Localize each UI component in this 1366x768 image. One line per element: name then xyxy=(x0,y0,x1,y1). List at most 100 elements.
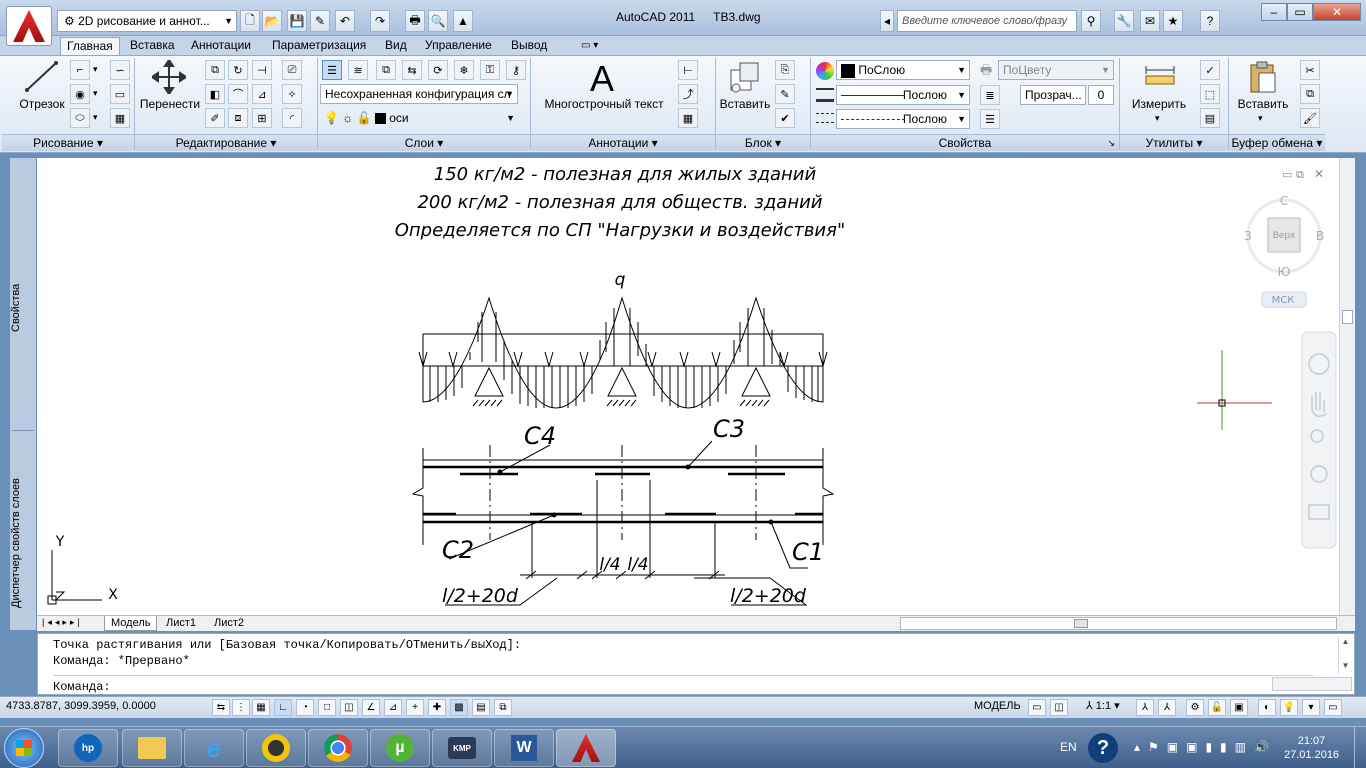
move-icon[interactable] xyxy=(152,60,186,94)
transparency-toggle-icon[interactable]: ▩ xyxy=(450,699,468,716)
fillet-icon[interactable]: ⌒ xyxy=(228,84,248,104)
line-icon[interactable] xyxy=(24,60,60,94)
command-scrollbar[interactable]: ▲ ▼ xyxy=(1338,636,1352,674)
mtext-button[interactable]: Многострочный текст xyxy=(534,97,674,111)
layer-previous-icon[interactable]: ⇆ xyxy=(402,60,422,80)
maximize-button[interactable]: ▭ xyxy=(1287,3,1313,21)
cut-icon[interactable]: ✂ xyxy=(1300,60,1320,80)
layer-match-icon[interactable]: ⧉ xyxy=(376,60,396,80)
ucs-menu[interactable]: МСК xyxy=(1272,295,1295,306)
color-wheel-icon[interactable] xyxy=(816,62,834,80)
erase-icon[interactable]: ⎚ xyxy=(282,60,302,80)
help-tray-icon[interactable]: ? xyxy=(1088,733,1118,763)
subscription-center-icon[interactable]: 🔧 xyxy=(1114,10,1134,32)
tab-insert[interactable]: Вставка xyxy=(124,37,181,55)
select-all-icon[interactable]: ⬚ xyxy=(1200,84,1220,104)
panel-layers-label[interactable]: Слои ▾ xyxy=(318,134,530,151)
lock-ui-icon[interactable]: 🔓 xyxy=(1208,699,1226,716)
language-indicator[interactable]: EN xyxy=(1060,740,1077,754)
linetype-combo[interactable]: Послою ▼ xyxy=(836,109,970,129)
array-icon[interactable]: ⊿ xyxy=(252,84,272,104)
polar-icon[interactable]: ◔ xyxy=(296,699,314,716)
paste-button[interactable]: Вставить xyxy=(1233,97,1293,111)
quick-view-drawings-icon[interactable]: ◫ xyxy=(1050,699,1068,716)
osnap-icon[interactable]: □ xyxy=(318,699,336,716)
ribbon-options-icon[interactable]: ▭ ▾ xyxy=(575,37,604,55)
layer-freeze-icon[interactable]: ❄ xyxy=(454,60,474,80)
hatch-icon[interactable]: ▦ xyxy=(110,108,130,128)
mtext-icon[interactable]: A xyxy=(590,58,614,100)
layer-properties-icon[interactable]: ☰ xyxy=(322,60,342,80)
new-file-button[interactable]: 🗋 xyxy=(240,10,260,32)
move-button[interactable]: Перенести xyxy=(138,97,202,111)
explode-icon[interactable]: ✧ xyxy=(282,84,302,104)
redo-button[interactable]: ↷ xyxy=(370,10,390,32)
annotation-visibility-icon[interactable]: ⅄ xyxy=(1136,699,1154,716)
auto-scale-icon[interactable]: ⅄ xyxy=(1158,699,1176,716)
list-icon[interactable]: ≣ xyxy=(980,85,1000,105)
search-expand-button[interactable]: ◂ xyxy=(880,10,894,32)
snap-icon[interactable]: ⋮ xyxy=(232,699,250,716)
viewcube[interactable]: Верх С Ю З В МСК xyxy=(1244,194,1324,308)
taskbar-explorer[interactable] xyxy=(122,729,182,767)
taskbar-hp[interactable]: hp xyxy=(58,729,118,767)
block-attributes-icon[interactable]: ✔ xyxy=(775,108,795,128)
transparency-value[interactable]: 0 xyxy=(1088,85,1114,105)
vertical-scrollbar[interactable] xyxy=(1339,158,1355,616)
drawing-svg[interactable]: .h{font-family:"DejaVu Sans",sans-serif;… xyxy=(37,158,1339,616)
chevron-down-icon[interactable]: ▾ xyxy=(1155,113,1160,124)
tab-layout1[interactable]: Лист1 xyxy=(160,616,202,630)
coordinate-readout[interactable]: 4733.8787, 3099.3959, 0.0000 xyxy=(6,700,156,712)
undo-button[interactable]: ↶ xyxy=(335,10,355,32)
leader-icon[interactable]: ⤴ xyxy=(678,84,698,104)
tab-annotate[interactable]: Аннотации xyxy=(185,37,257,55)
transparency-combo[interactable]: Прозрач... xyxy=(1020,85,1086,105)
search-input[interactable]: Введите ключевое слово/фразу xyxy=(897,10,1077,32)
chevron-down-icon[interactable]: ▾ xyxy=(1258,113,1263,124)
layout-nav-icons[interactable]: |◂◂▸▸| xyxy=(42,617,83,628)
layer-lock-icon[interactable]: ⚿ xyxy=(480,60,500,80)
selection-cycling-icon[interactable]: ⧉ xyxy=(494,699,512,716)
tab-view[interactable]: Вид xyxy=(379,37,413,55)
measure-icon[interactable] xyxy=(1144,64,1176,90)
rect-array-icon[interactable]: ⊞ xyxy=(252,108,272,128)
horizontal-scroll-thumb[interactable] xyxy=(1074,619,1088,628)
show-desktop-button[interactable] xyxy=(1354,727,1366,768)
open-file-button[interactable]: 📂 xyxy=(262,10,282,32)
insert-block-icon[interactable] xyxy=(728,60,762,94)
tab-model[interactable]: Модель xyxy=(104,616,158,631)
viewcube-west[interactable]: З xyxy=(1244,229,1252,243)
minimize-button[interactable]: – xyxy=(1261,3,1287,21)
viewcube-south[interactable]: Ю xyxy=(1278,265,1291,279)
viewcube-north[interactable]: С xyxy=(1280,194,1288,208)
layer-iso-icon[interactable]: ⟳ xyxy=(428,60,448,80)
ellipse-icon[interactable]: ⬭ xyxy=(70,108,90,128)
scale-icon[interactable]: ⧈ xyxy=(228,108,248,128)
polyline-icon[interactable]: ⌐ xyxy=(70,60,90,80)
vertical-scroll-thumb[interactable] xyxy=(1342,310,1353,324)
communication-center-icon[interactable]: ✉ xyxy=(1140,10,1160,32)
application-menu-button[interactable] xyxy=(6,6,52,46)
viewcube-east[interactable]: В xyxy=(1316,229,1324,243)
annotation-scale[interactable]: ⅄ 1:1 ▾ xyxy=(1086,699,1120,712)
lineweight-combo[interactable]: Послою ▼ xyxy=(836,85,970,105)
linetype-icon[interactable] xyxy=(816,113,834,123)
panel-clipboard-label[interactable]: Буфер обмена ▾ xyxy=(1229,134,1325,151)
drawing-canvas[interactable]: .h{font-family:"DejaVu Sans",sans-serif;… xyxy=(37,158,1339,616)
workspace-settings-icon[interactable]: ⚙ xyxy=(1186,699,1204,716)
viewport-restore-icon[interactable]: ⧉ xyxy=(1296,168,1304,181)
measure-button[interactable]: Измерить xyxy=(1124,97,1194,111)
rotate-icon[interactable]: ↻ xyxy=(228,60,248,80)
rectangle-icon[interactable]: ▭ xyxy=(110,84,130,104)
panel-modify-label[interactable]: Редактирование ▾ xyxy=(135,134,317,151)
panel-block-label[interactable]: Блок ▾ xyxy=(716,134,810,151)
stretch-icon[interactable]: ✐ xyxy=(205,108,225,128)
layer-combo[interactable]: 💡 ☼ 🔓 оси ▼ xyxy=(320,109,518,129)
insert-block-button[interactable]: Вставить xyxy=(718,97,772,111)
edit-block-icon[interactable]: ✎ xyxy=(775,84,795,104)
tab-parametric[interactable]: Параметризация xyxy=(266,37,372,55)
favorites-star-icon[interactable]: ★ xyxy=(1163,10,1183,32)
match-properties-icon[interactable]: 🖌 xyxy=(1300,108,1320,128)
otrack-icon[interactable]: ∠ xyxy=(362,699,380,716)
quick-select-icon[interactable]: ✓ xyxy=(1200,60,1220,80)
